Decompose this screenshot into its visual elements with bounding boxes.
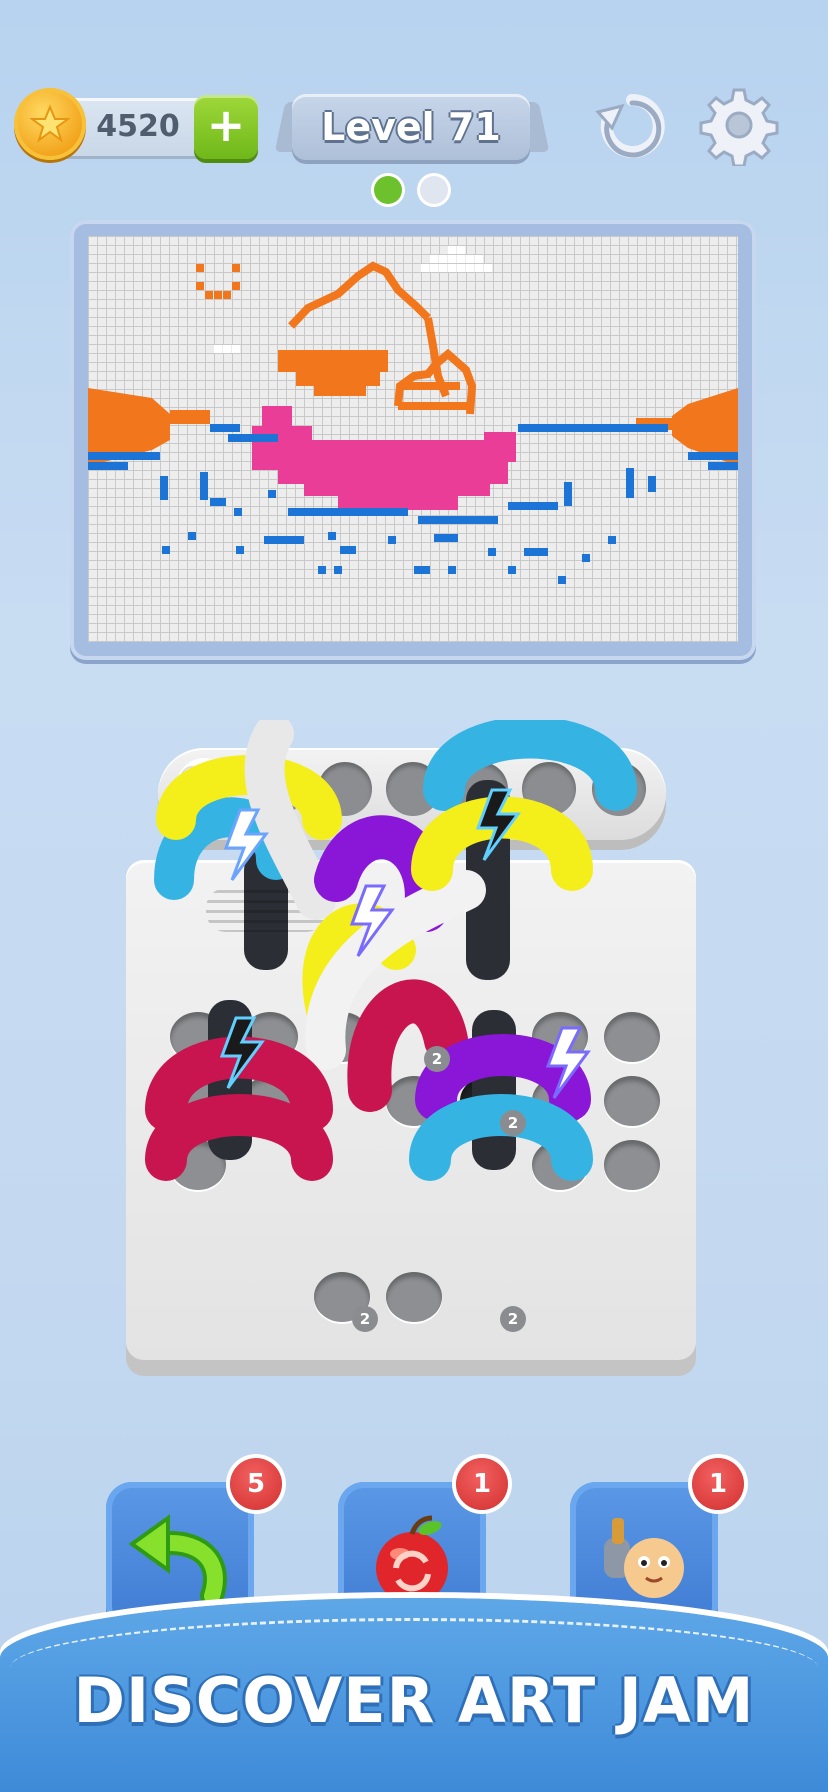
settings-button[interactable] bbox=[698, 84, 779, 168]
level-title: Level 71 bbox=[321, 105, 501, 149]
progress-dot-next bbox=[420, 176, 448, 204]
worm-coils bbox=[145, 720, 637, 1181]
shuffle-count-badge: 1 bbox=[456, 1458, 508, 1510]
stack-count-badge: 2 bbox=[500, 1306, 526, 1332]
pixel-art-canvas bbox=[88, 236, 738, 642]
progress-dot-current bbox=[374, 176, 402, 204]
restart-icon bbox=[595, 93, 665, 158]
stack-count-badge: 2 bbox=[352, 1306, 378, 1332]
coin-icon bbox=[14, 88, 86, 160]
restart-button[interactable] bbox=[592, 86, 672, 166]
coin-count: 4520 bbox=[96, 109, 180, 144]
cyan-worm[interactable] bbox=[423, 720, 637, 811]
pixel-art bbox=[88, 246, 738, 584]
stack-count-badge: 2 bbox=[500, 1110, 526, 1136]
gear-icon bbox=[699, 88, 779, 168]
promo-banner-text: DISCOVER ART JAM bbox=[73, 1664, 755, 1737]
apple-shuffle-icon bbox=[376, 1515, 448, 1604]
worm-helper-icon bbox=[604, 1518, 684, 1598]
helper-count-badge: 1 bbox=[692, 1458, 744, 1510]
undo-count-badge: 5 bbox=[230, 1458, 282, 1510]
plus-icon: + bbox=[206, 98, 246, 152]
undo-arrow-icon bbox=[128, 1514, 227, 1604]
black-stack[interactable] bbox=[472, 1010, 516, 1170]
stack-count-badge: 2 bbox=[424, 1046, 450, 1072]
add-coins-button[interactable]: + bbox=[194, 95, 258, 159]
